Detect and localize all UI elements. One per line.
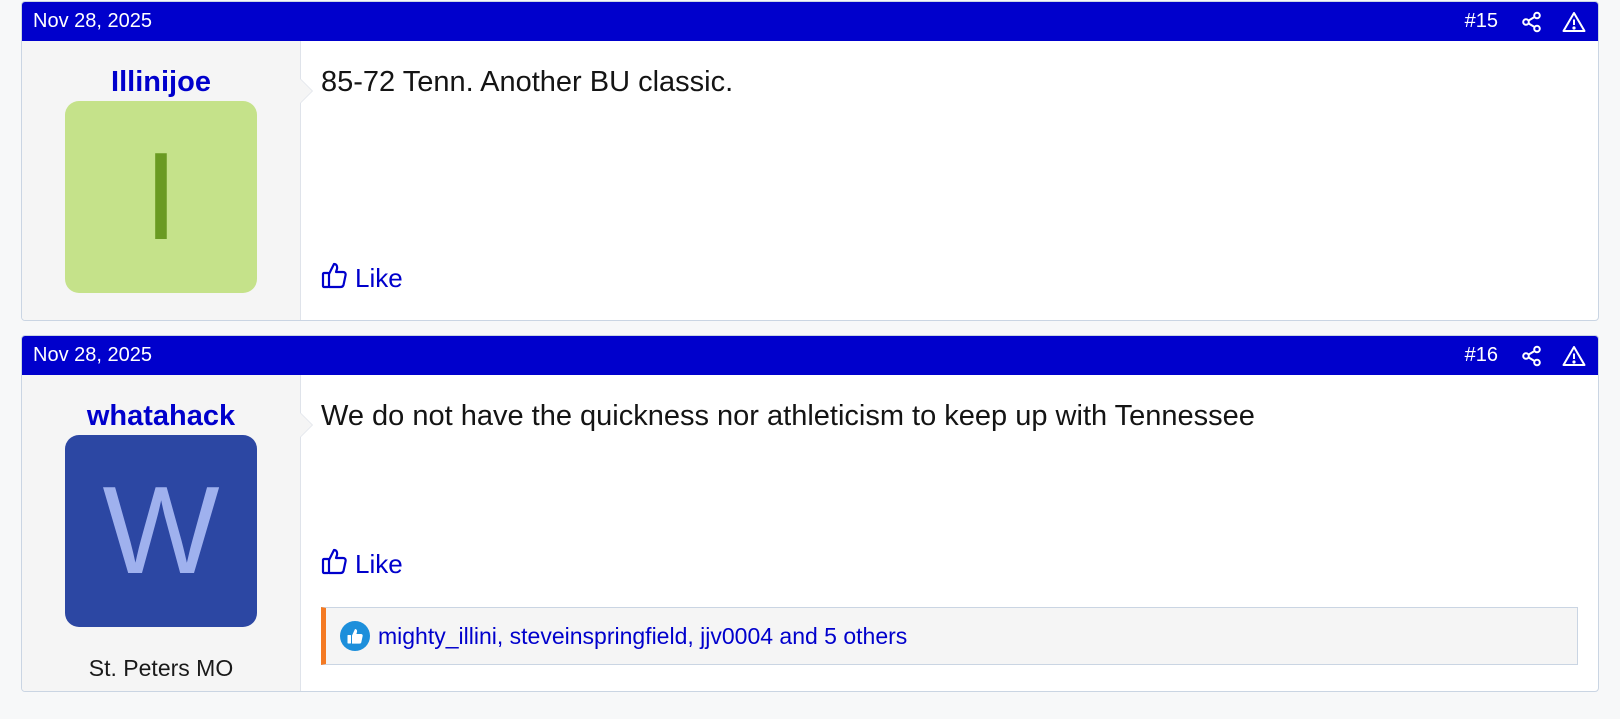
message-cell: 85-72 Tenn. Another BU classic. Like xyxy=(301,41,1598,320)
username[interactable]: Illinijoe xyxy=(111,66,211,98)
avatar[interactable]: W xyxy=(65,435,257,627)
post-15: Nov 28, 2025 #15 Illinijoe I 85-72 Tenn.… xyxy=(21,1,1599,321)
user-cell: whatahack W St. Peters MO xyxy=(22,375,313,691)
post-16: Nov 28, 2025 #16 whatahack W St. Peters … xyxy=(21,335,1599,692)
warning-icon[interactable] xyxy=(1562,344,1586,368)
like-button[interactable]: Like xyxy=(321,547,403,582)
like-label: Like xyxy=(355,263,403,293)
thumbs-up-icon xyxy=(321,261,355,296)
share-icon[interactable] xyxy=(1520,10,1544,34)
like-button[interactable]: Like xyxy=(321,261,403,296)
warning-icon[interactable] xyxy=(1562,10,1586,34)
username[interactable]: whatahack xyxy=(87,400,235,432)
avatar-letter: W xyxy=(102,462,220,600)
user-cell: Illinijoe I xyxy=(22,41,313,320)
message-text: 85-72 Tenn. Another BU classic. xyxy=(321,66,734,98)
reactions-text[interactable]: mighty_illini, steveinspringfield, jjv00… xyxy=(378,623,907,650)
message-cell: We do not have the quickness nor athleti… xyxy=(301,375,1598,691)
like-label: Like xyxy=(355,549,403,579)
post-number[interactable]: #16 xyxy=(1465,344,1498,367)
avatar[interactable]: I xyxy=(65,101,257,293)
message-text: We do not have the quickness nor athleti… xyxy=(321,400,1255,432)
avatar-letter: I xyxy=(143,128,179,266)
reactions-bar[interactable]: mighty_illini, steveinspringfield, jjv00… xyxy=(321,607,1578,665)
post-date[interactable]: Nov 28, 2025 xyxy=(33,10,152,33)
post-date[interactable]: Nov 28, 2025 xyxy=(33,344,152,367)
post-header: Nov 28, 2025 #15 xyxy=(22,2,1598,41)
post-number[interactable]: #15 xyxy=(1465,10,1498,33)
like-reaction-icon xyxy=(340,621,370,651)
share-icon[interactable] xyxy=(1520,344,1544,368)
user-location: St. Peters MO xyxy=(88,655,234,681)
post-header: Nov 28, 2025 #16 xyxy=(22,336,1598,375)
thumbs-up-icon xyxy=(321,547,355,582)
